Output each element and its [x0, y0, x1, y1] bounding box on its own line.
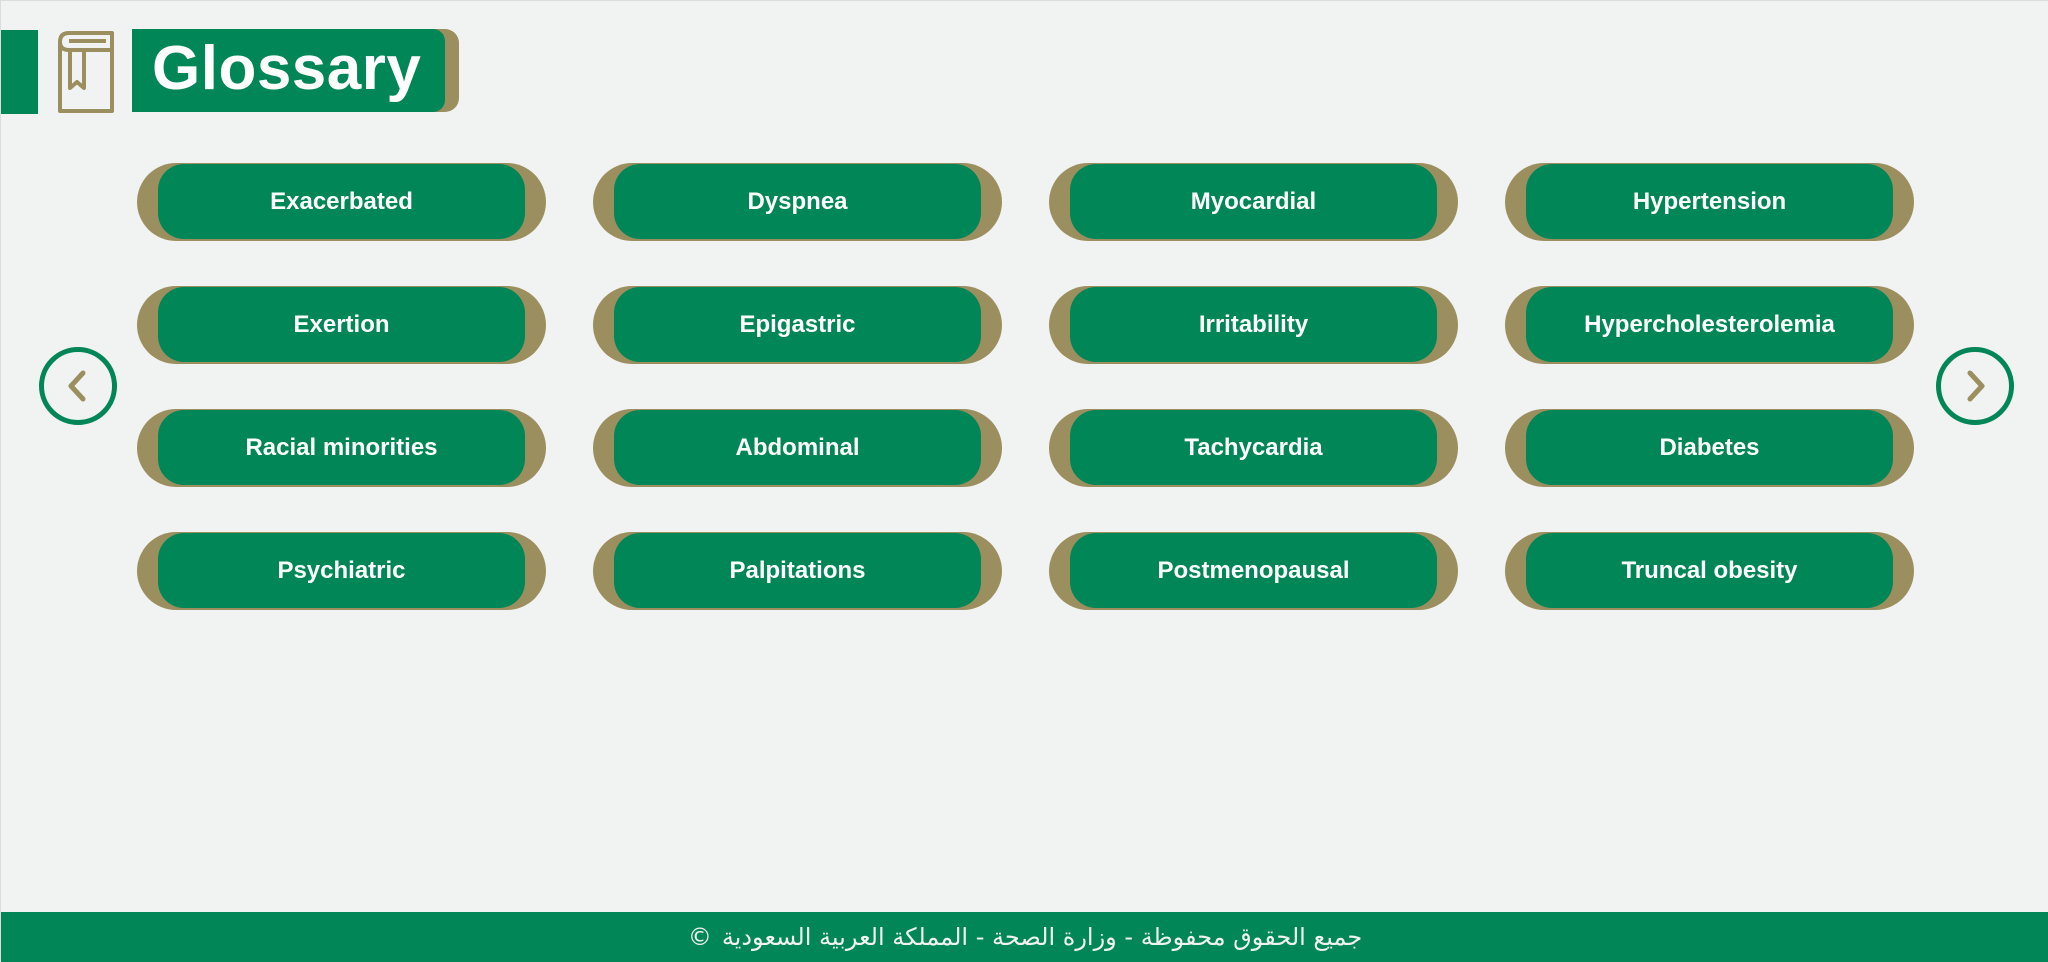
term-button[interactable]: Racial minorities: [137, 409, 546, 487]
term-button-face[interactable]: Postmenopausal: [1070, 533, 1437, 608]
term-button[interactable]: Myocardial: [1049, 163, 1458, 241]
term-button[interactable]: Dyspnea: [593, 163, 1002, 241]
chevron-left-icon: [68, 370, 86, 402]
term-label: Hypertension: [1632, 187, 1787, 215]
term-label: Racial minorities: [245, 433, 438, 461]
term-label: Palpitations: [729, 556, 866, 584]
chevron-right-icon: [1967, 370, 1985, 402]
term-button[interactable]: Abdominal: [593, 409, 1002, 487]
term-button-face[interactable]: Hypercholesterolemia: [1526, 287, 1893, 362]
term-button[interactable]: Diabetes: [1505, 409, 1914, 487]
term-label: Myocardial: [1190, 187, 1317, 215]
previous-page-button[interactable]: [39, 347, 117, 425]
term-label: Epigastric: [739, 310, 856, 338]
term-label: Abdominal: [735, 433, 860, 461]
term-label: Hypercholesterolemia: [1584, 310, 1835, 338]
footer-copyright-text: جميع الحقوق محفوظة - وزارة الصحة - الممل…: [721, 923, 1363, 951]
footer-content: © جميع الحقوق محفوظة - وزارة الصحة - الم…: [688, 923, 1362, 951]
term-button-face[interactable]: Racial minorities: [158, 410, 525, 485]
term-button[interactable]: Truncal obesity: [1505, 532, 1914, 610]
term-button-face[interactable]: Truncal obesity: [1526, 533, 1893, 608]
next-page-button[interactable]: [1936, 347, 2014, 425]
term-button-face[interactable]: Irritability: [1070, 287, 1437, 362]
book-icon: [54, 30, 116, 114]
term-button-face[interactable]: Exertion: [158, 287, 525, 362]
page-title: Glossary: [152, 34, 422, 103]
glossary-page: Glossary Exacerbated Dyspnea Myocardial …: [0, 0, 2048, 962]
term-button[interactable]: Psychiatric: [137, 532, 546, 610]
term-button[interactable]: Irritability: [1049, 286, 1458, 364]
term-button-face[interactable]: Abdominal: [614, 410, 981, 485]
footer-bar: © جميع الحقوق محفوظة - وزارة الصحة - الم…: [1, 912, 2048, 962]
term-button-face[interactable]: Palpitations: [614, 533, 981, 608]
term-button[interactable]: Tachycardia: [1049, 409, 1458, 487]
term-button[interactable]: Postmenopausal: [1049, 532, 1458, 610]
term-button[interactable]: Epigastric: [593, 286, 1002, 364]
term-button-face[interactable]: Exacerbated: [158, 164, 525, 239]
term-button-face[interactable]: Tachycardia: [1070, 410, 1437, 485]
term-button-face[interactable]: Hypertension: [1526, 164, 1893, 239]
term-label: Psychiatric: [277, 556, 406, 584]
term-button-face[interactable]: Dyspnea: [614, 164, 981, 239]
term-button[interactable]: Hypertension: [1505, 163, 1914, 241]
term-label: Exacerbated: [270, 187, 413, 215]
copyright-icon: ©: [687, 923, 712, 951]
header-accent-bar: [1, 30, 38, 114]
term-label: Tachycardia: [1184, 433, 1323, 461]
term-button[interactable]: Exertion: [137, 286, 546, 364]
page-title-banner: Glossary: [132, 29, 459, 112]
term-label: Diabetes: [1659, 433, 1760, 461]
term-label: Postmenopausal: [1157, 556, 1350, 584]
term-label: Dyspnea: [747, 187, 848, 215]
term-label: Truncal obesity: [1621, 556, 1798, 584]
term-button[interactable]: Palpitations: [593, 532, 1002, 610]
term-button-face[interactable]: Diabetes: [1526, 410, 1893, 485]
term-label: Exertion: [293, 310, 390, 338]
title-banner-box: Glossary: [132, 29, 445, 112]
term-button[interactable]: Exacerbated: [137, 163, 546, 241]
term-button[interactable]: Hypercholesterolemia: [1505, 286, 1914, 364]
term-button-face[interactable]: Myocardial: [1070, 164, 1437, 239]
glossary-terms-grid: Exacerbated Dyspnea Myocardial Hypertens…: [137, 163, 1914, 610]
term-button-face[interactable]: Epigastric: [614, 287, 981, 362]
term-button-face[interactable]: Psychiatric: [158, 533, 525, 608]
term-label: Irritability: [1198, 310, 1309, 338]
